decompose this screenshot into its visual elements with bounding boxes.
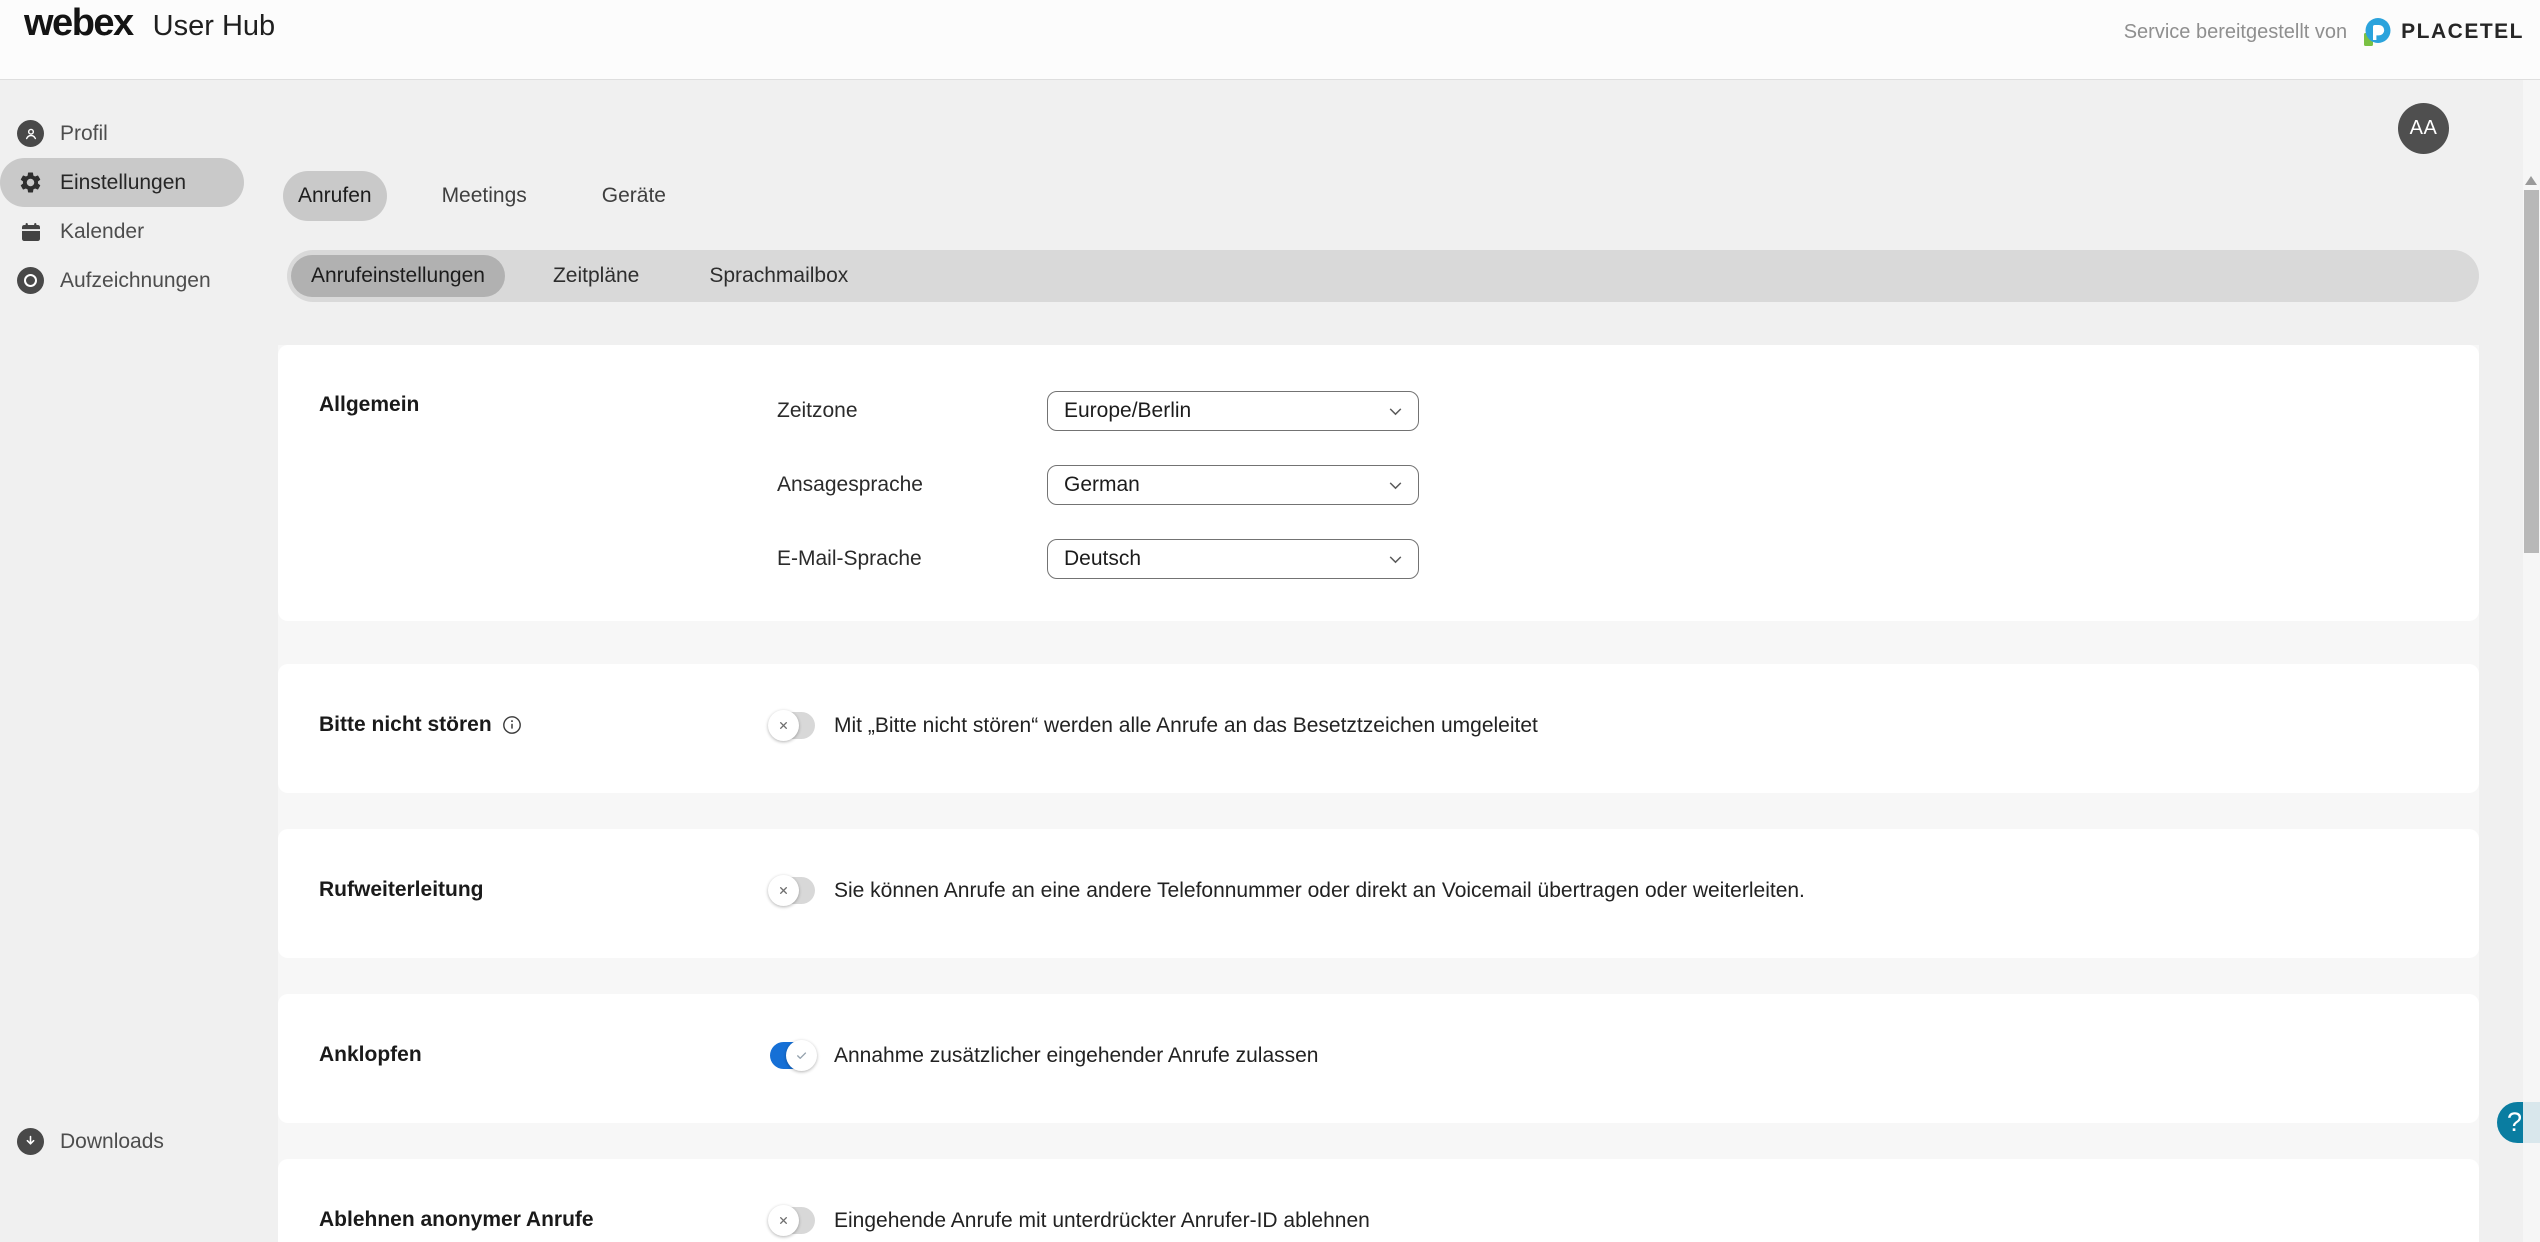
subtab-label: Anrufeinstellungen (311, 264, 485, 288)
subtab-zeitplaene[interactable]: Zeitpläne (553, 264, 639, 288)
x-icon (776, 883, 791, 898)
app-header: webex User Hub Service bereitgestellt vo… (0, 0, 2540, 80)
subtab-sprachmailbox[interactable]: Sprachmailbox (709, 264, 848, 288)
avatar[interactable]: AA (2398, 103, 2449, 154)
sidebar-item-einstellungen[interactable]: Einstellungen (0, 158, 244, 207)
sidebar-item-kalender[interactable]: Kalender (0, 207, 244, 256)
setting-title-text: Bitte nicht stören (319, 713, 492, 737)
card-ablehnen-anonymer-anrufe: Ablehnen anonymer Anrufe Eingehende Anru… (278, 1159, 2479, 1242)
email-language-select[interactable]: Deutsch (1047, 539, 1419, 579)
brand: webex User Hub (24, 2, 275, 45)
field-label: Zeitzone (777, 399, 1047, 423)
calendar-icon (17, 218, 44, 245)
field-label: E-Mail-Sprache (777, 547, 1047, 571)
field-label: Ansagesprache (777, 473, 1047, 497)
app-title: User Hub (153, 10, 276, 43)
do-not-disturb-toggle[interactable] (770, 712, 815, 739)
check-icon (794, 1048, 809, 1063)
chevron-down-icon (1387, 403, 1404, 420)
webex-user-hub-page: webex User Hub Service bereitgestellt vo… (0, 0, 2540, 1242)
sidebar-item-label: Aufzeichnungen (60, 269, 211, 293)
sidebar-item-profil[interactable]: Profil (0, 109, 244, 158)
form-row-zeitzone: Zeitzone Europe/Berlin (777, 391, 1419, 431)
x-icon (776, 718, 791, 733)
card-allgemein: Allgemein Zeitzone Europe/Berlin Ansages… (278, 345, 2479, 621)
scrollbar-up-arrow[interactable] (2525, 176, 2537, 185)
sidebar-item-downloads[interactable]: Downloads (0, 1117, 244, 1166)
sidebar-item-label: Einstellungen (60, 171, 186, 195)
chevron-down-icon (1387, 551, 1404, 568)
setting-title: Rufweiterleitung (319, 878, 484, 902)
provider-name: PLACETEL (2401, 20, 2524, 44)
recordings-icon (17, 267, 44, 294)
setting-title: Anklopfen (319, 1043, 422, 1067)
info-icon[interactable] (502, 715, 522, 735)
tab-anrufen[interactable]: Anrufen (283, 171, 387, 221)
page-body: Profil Einstellungen (0, 80, 2540, 1242)
setting-title: Ablehnen anonymer Anrufe (319, 1208, 594, 1232)
settings-panel: Allgemein Zeitzone Europe/Berlin Ansages… (278, 345, 2479, 1242)
setting-title-text: Anklopfen (319, 1043, 422, 1067)
selected-value: Europe/Berlin (1064, 399, 1191, 423)
card-anklopfen: Anklopfen Annahme zusätzlicher eingehend… (278, 994, 2479, 1123)
card-bitte-nicht-stoeren: Bitte nicht stören Mit „Bitte nicht s (278, 664, 2479, 793)
selected-value: German (1064, 473, 1140, 497)
profile-icon (17, 120, 44, 147)
sub-tabs: Anrufeinstellungen Zeitpläne Sprachmailb… (287, 250, 2479, 302)
form-row-email-sprache: E-Mail-Sprache Deutsch (777, 539, 1419, 579)
section-title: Allgemein (319, 393, 419, 417)
download-icon (17, 1128, 44, 1155)
scrollbar (2523, 80, 2540, 1242)
form-row-ansagesprache: Ansagesprache German (777, 465, 1419, 505)
sidebar-item-label: Kalender (60, 220, 144, 244)
call-waiting-toggle[interactable] (770, 1042, 815, 1069)
setting-description: Eingehende Anrufe mit unterdrückter Anru… (834, 1207, 1370, 1235)
provider-attribution: Service bereitgestellt von PLACETEL (2124, 16, 2524, 48)
setting-title-text: Ablehnen anonymer Anrufe (319, 1208, 594, 1232)
toggle-knob (786, 1040, 817, 1071)
anonymous-call-rejection-toggle[interactable] (770, 1207, 815, 1234)
call-forwarding-toggle[interactable] (770, 877, 815, 904)
main-tabs: Anrufen Meetings Geräte (283, 171, 666, 221)
toggle-knob (768, 710, 799, 741)
selected-value: Deutsch (1064, 547, 1141, 571)
setting-description: Annahme zusätzlicher eingehender Anrufe … (834, 1042, 1318, 1070)
tab-label: Anrufen (298, 184, 372, 208)
card-rufweiterleitung: Rufweiterleitung Sie können Anrufe an ei… (278, 829, 2479, 958)
sidebar-item-aufzeichnungen[interactable]: Aufzeichnungen (0, 256, 244, 305)
gear-icon (17, 169, 44, 196)
webex-logo: webex (24, 2, 133, 45)
x-icon (776, 1213, 791, 1228)
chevron-down-icon (1387, 477, 1404, 494)
toggle-knob (768, 1205, 799, 1236)
setting-description: Mit „Bitte nicht stören“ werden alle Anr… (834, 712, 1538, 740)
announcement-language-select[interactable]: German (1047, 465, 1419, 505)
toggle-knob (768, 875, 799, 906)
subtab-anrufeinstellungen[interactable]: Anrufeinstellungen (291, 255, 505, 297)
setting-description: Sie können Anrufe an eine andere Telefon… (834, 877, 1805, 905)
setting-title: Bitte nicht stören (319, 713, 522, 737)
sidebar-item-label: Profil (60, 122, 108, 146)
sidebar: Profil Einstellungen (0, 109, 246, 305)
placetel-logo-icon (2361, 16, 2393, 48)
setting-title-text: Rufweiterleitung (319, 878, 484, 902)
tab-geraete[interactable]: Geräte (602, 184, 666, 208)
tab-meetings[interactable]: Meetings (442, 184, 527, 208)
timezone-select[interactable]: Europe/Berlin (1047, 391, 1419, 431)
sidebar-footer: Downloads (0, 1117, 246, 1166)
service-note: Service bereitgestellt von (2124, 21, 2347, 44)
sidebar-item-label: Downloads (60, 1130, 164, 1154)
scrollbar-thumb[interactable] (2524, 190, 2539, 553)
